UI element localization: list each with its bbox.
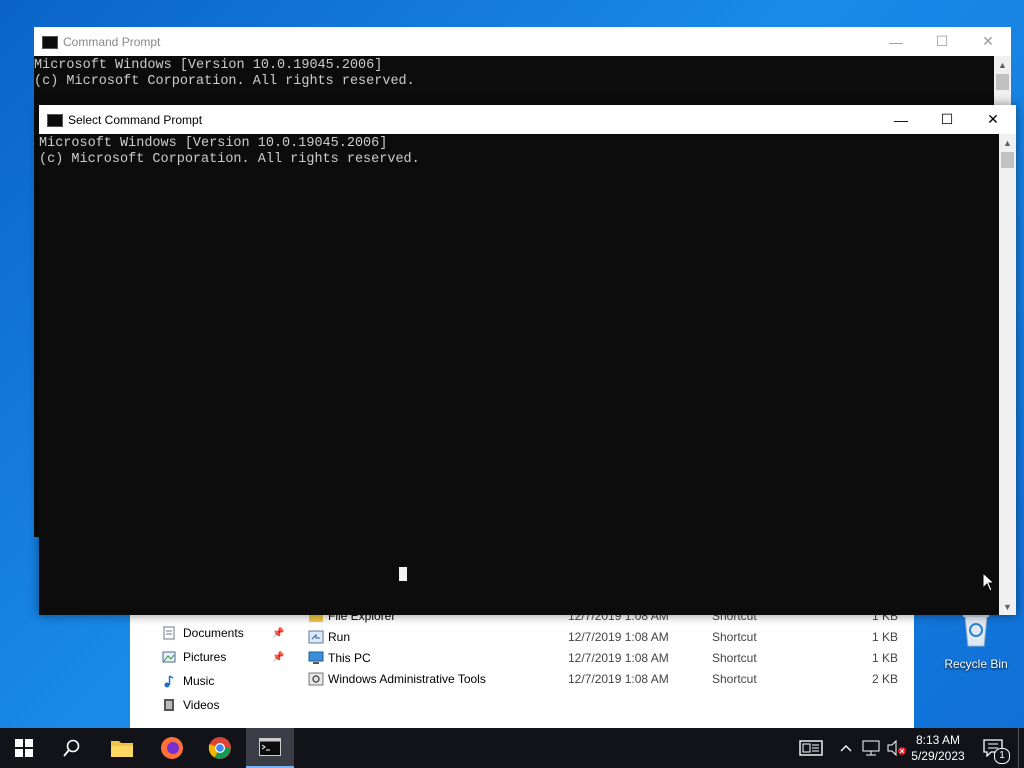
mouse-pointer-icon: [982, 572, 996, 592]
clock-date: 5/29/2023: [911, 749, 965, 763]
window-title: Command Prompt: [63, 35, 161, 49]
file-name: Windows Administrative Tools: [328, 672, 486, 686]
window-title: Select Command Prompt: [68, 113, 203, 127]
this-pc-icon: [308, 650, 324, 666]
maximize-button[interactable]: ☐: [919, 27, 965, 56]
close-button[interactable]: ✕: [965, 27, 1011, 56]
minimize-button[interactable]: —: [878, 105, 924, 134]
console-output[interactable]: Microsoft Windows [Version 10.0.19045.20…: [39, 134, 999, 615]
taskbar-file-explorer[interactable]: [98, 728, 146, 768]
file-date: 12/7/2019 1:08 AM: [568, 672, 669, 686]
file-row[interactable]: Windows Administrative Tools 12/7/2019 1…: [306, 669, 906, 689]
file-size: 1 KB: [871, 651, 898, 665]
file-type: Shortcut: [712, 630, 757, 644]
nav-label: Music: [183, 674, 215, 688]
file-type: Shortcut: [712, 651, 757, 665]
windows-start-icon: [15, 739, 33, 757]
minimize-button[interactable]: —: [873, 27, 919, 56]
file-row[interactable]: Run 12/7/2019 1:08 AM Shortcut 1 KB: [306, 627, 906, 647]
nav-item-documents[interactable]: Documents: [162, 623, 244, 643]
pin-icon: 📌: [272, 652, 285, 663]
pin-icon: 📌: [272, 628, 285, 639]
file-size: 1 KB: [871, 630, 898, 644]
clock-time: 8:13 AM: [915, 733, 961, 747]
show-hidden-icons-button[interactable]: [836, 728, 856, 768]
file-date: 12/7/2019 1:08 AM: [568, 630, 669, 644]
admin-tools-icon: [308, 671, 324, 687]
nav-label: Pictures: [183, 650, 227, 664]
file-name: Run: [328, 630, 351, 644]
run-icon: [308, 629, 324, 645]
clock-button[interactable]: 8:13 AM 5/29/2023: [908, 728, 968, 768]
explorer-nav-pane: Documents 📌 Pictures 📌 Music Videos: [130, 600, 290, 728]
vertical-scrollbar[interactable]: ▲ ▼: [999, 134, 1016, 615]
nav-item-pictures[interactable]: Pictures: [162, 647, 226, 667]
music-icon: [162, 674, 176, 688]
title-bar[interactable]: Select Command Prompt — ☐ ✕: [39, 105, 1016, 134]
text-cursor: [399, 567, 407, 581]
news-icon: [799, 740, 823, 756]
network-icon: [862, 740, 880, 756]
firefox-icon: [161, 737, 183, 759]
recycle-bin-label: Recycle Bin: [944, 657, 1008, 671]
maximize-button[interactable]: ☐: [924, 105, 970, 134]
scroll-up-arrow-icon[interactable]: ▲: [994, 56, 1011, 73]
scroll-down-arrow-icon[interactable]: ▼: [999, 598, 1016, 615]
file-explorer-icon: [111, 741, 133, 757]
file-explorer-window: Documents 📌 Pictures 📌 Music Videos File…: [130, 600, 914, 728]
start-button[interactable]: [0, 728, 48, 768]
videos-icon: [162, 698, 176, 712]
documents-icon: [162, 626, 176, 640]
volume-button[interactable]: [884, 728, 910, 768]
file-date: 12/7/2019 1:08 AM: [568, 651, 669, 665]
command-prompt-icon: [259, 738, 281, 756]
taskbar-firefox[interactable]: [148, 728, 196, 768]
console-line: Microsoft Windows [Version 10.0.19045.20…: [34, 58, 383, 73]
pictures-icon: [162, 650, 176, 664]
file-row[interactable]: This PC 12/7/2019 1:08 AM Shortcut 1 KB: [306, 648, 906, 668]
command-prompt-icon: [42, 36, 58, 49]
nav-item-videos[interactable]: Videos: [162, 695, 219, 715]
command-prompt-window-front[interactable]: Select Command Prompt — ☐ ✕ Microsoft Wi…: [39, 105, 1016, 615]
console-line: (c) Microsoft Corporation. All rights re…: [34, 74, 415, 89]
scroll-up-arrow-icon[interactable]: ▲: [999, 134, 1016, 151]
console-line: (c) Microsoft Corporation. All rights re…: [39, 152, 420, 167]
file-type: Shortcut: [712, 672, 757, 686]
command-prompt-icon: [47, 114, 63, 127]
scroll-thumb[interactable]: [996, 74, 1009, 90]
show-desktop-button[interactable]: [1018, 728, 1024, 768]
news-widget-button[interactable]: [796, 728, 826, 768]
scroll-thumb[interactable]: [1001, 152, 1014, 168]
chrome-icon: [208, 737, 231, 759]
taskbar-command-prompt[interactable]: [246, 728, 294, 768]
nav-label: Videos: [183, 698, 220, 712]
taskbar: 8:13 AM 5/29/2023 1: [0, 728, 1024, 768]
network-button[interactable]: [858, 728, 884, 768]
action-center-button[interactable]: 1: [978, 728, 1010, 768]
search-icon: [63, 739, 80, 757]
nav-item-music[interactable]: Music: [162, 671, 214, 691]
title-bar[interactable]: Command Prompt — ☐ ✕: [34, 27, 1011, 56]
nav-label: Documents: [183, 626, 244, 640]
search-button[interactable]: [48, 728, 96, 768]
recycle-bin-desktop-icon[interactable]: Recycle Bin: [936, 608, 1016, 671]
chevron-up-icon: [840, 745, 852, 752]
volume-muted-icon: [887, 740, 906, 756]
notification-count-badge: 1: [994, 748, 1010, 764]
console-line: Microsoft Windows [Version 10.0.19045.20…: [39, 136, 388, 151]
close-button[interactable]: ✕: [970, 105, 1016, 134]
taskbar-chrome[interactable]: [196, 728, 244, 768]
file-size: 2 KB: [871, 672, 898, 686]
file-name: This PC: [328, 651, 371, 665]
